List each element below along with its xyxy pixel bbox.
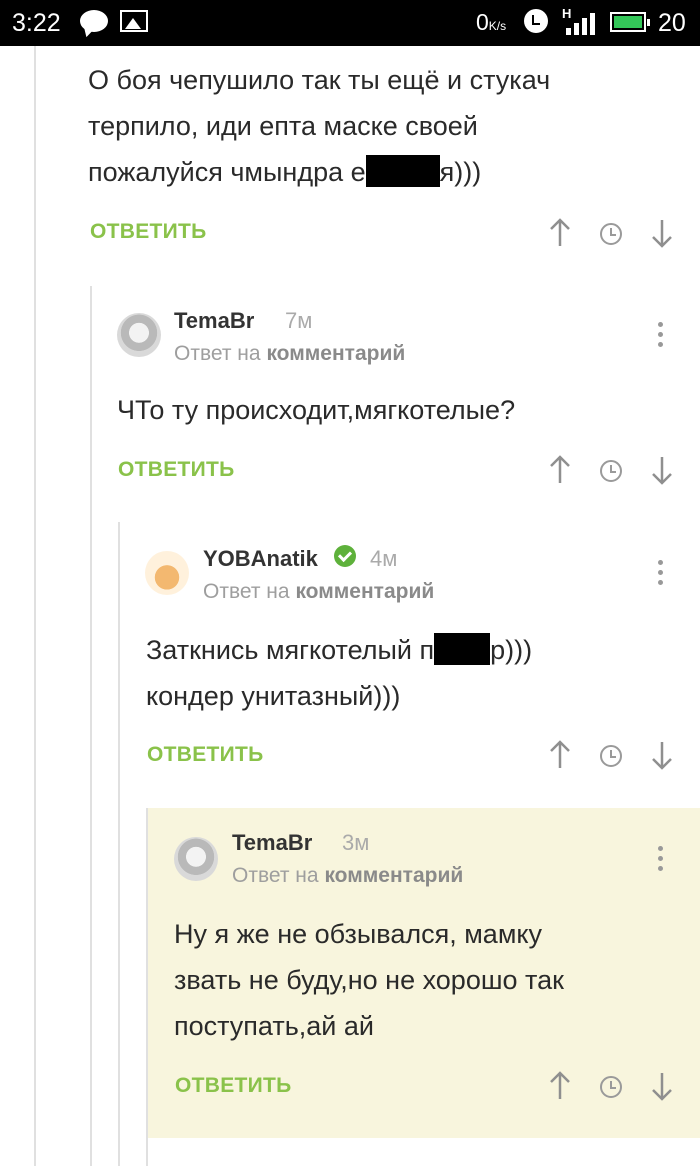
author-name[interactable]: TemaBr (232, 830, 312, 856)
chat-notification-icon (80, 10, 108, 32)
reply-to-prefix: Ответ на (174, 342, 261, 365)
battery-level: 20 (658, 9, 686, 37)
status-bar: 3:22 0K/s H 20 (0, 0, 700, 46)
reply-to-link[interactable]: комментарий (295, 580, 434, 603)
reply-to-prefix: Ответ на (203, 580, 290, 603)
author-name[interactable]: YOBAnatik (203, 546, 318, 572)
comment-text: ЧТо ту происходит,мягкотелые? (117, 395, 516, 425)
comment-text-line: терпило, иди епта маске своей (88, 111, 478, 141)
arrow-up-icon[interactable] (548, 740, 572, 770)
avatar[interactable] (174, 837, 218, 881)
comment-text-line: Заткнись мягкотелый п р))) (146, 627, 532, 673)
reply-to-prefix: Ответ на (232, 864, 319, 887)
reply-to-link[interactable]: комментарий (266, 342, 405, 365)
comment-text-line: О боя чепушило так ты ещё и стукач (88, 65, 551, 95)
network-speed-unit: K/s (488, 19, 507, 33)
clock-icon[interactable] (600, 223, 622, 245)
comment-highlighted: TemaBr 3м Ответ на комментарий Ну я же н… (148, 808, 700, 1166)
avatar[interactable] (117, 313, 161, 357)
battery-icon (610, 12, 650, 32)
comment-time: 7м (285, 308, 313, 333)
clock-time: 3:22 (12, 9, 61, 37)
reply-button[interactable]: ОТВЕТИТЬ (147, 743, 264, 767)
reply-button[interactable]: ОТВЕТИТЬ (175, 1074, 292, 1098)
comment-text-fragment: Заткнись мягкотелый п (146, 635, 435, 665)
comment-text-line: Ну я же не обзывался, мамку (174, 919, 542, 949)
network-speed: 0K/s (476, 9, 506, 36)
clock-icon[interactable] (600, 460, 622, 482)
comment-text: Заткнись мягкотелый п р))) кондер унитазн… (146, 627, 532, 719)
avatar[interactable] (145, 551, 189, 595)
reply-to-label: Ответ на комментарий (203, 580, 434, 604)
comment-text-line: пожалуйся чмындра е я))) (88, 149, 550, 195)
network-speed-value: 0 (476, 9, 489, 35)
clock-icon[interactable] (600, 1076, 622, 1098)
comment-text-fragment: я))) (439, 157, 482, 187)
comment-text-line: поступать,ай ай (174, 1011, 374, 1041)
signal-icon (566, 13, 596, 35)
redaction-bar (365, 155, 440, 187)
reply-to-label: Ответ на комментарий (232, 864, 463, 888)
next-comment-stub (148, 1138, 700, 1166)
comment-text-fragment: р))) (490, 635, 533, 665)
arrow-up-icon[interactable] (548, 1071, 572, 1101)
alarm-icon (524, 9, 548, 33)
image-notification-icon (120, 10, 148, 32)
arrow-up-icon[interactable] (548, 455, 572, 485)
comment-text: О боя чепушило так ты ещё и стукач терпи… (88, 57, 550, 195)
clock-icon[interactable] (600, 745, 622, 767)
author-name[interactable]: TemaBr (174, 308, 254, 334)
more-options-icon[interactable] (658, 560, 664, 590)
thread-line (34, 46, 36, 1166)
arrow-down-icon[interactable] (650, 218, 674, 248)
comment-text-line: кондер унитазный))) (146, 681, 401, 711)
reply-to-label: Ответ на комментарий (174, 342, 405, 366)
more-options-icon[interactable] (658, 846, 664, 876)
comment-text-line: звать не буду,но не хорошо так (174, 965, 564, 995)
arrow-down-icon[interactable] (650, 455, 674, 485)
reply-button[interactable]: ОТВЕТИТЬ (90, 220, 207, 244)
arrow-down-icon[interactable] (650, 1071, 674, 1101)
reply-button[interactable]: ОТВЕТИТЬ (118, 458, 235, 482)
comment-text: Ну я же не обзывался, мамку звать не буд… (174, 911, 564, 1049)
arrow-down-icon[interactable] (650, 740, 674, 770)
comment-text-fragment: пожалуйся чмындра е (88, 157, 366, 187)
comment-time: 3м (342, 830, 370, 855)
thread-line (90, 286, 92, 1166)
comment-time: 4м (370, 546, 398, 571)
redaction-bar (434, 633, 491, 665)
reply-to-link[interactable]: комментарий (324, 864, 463, 887)
verified-icon (334, 545, 356, 567)
thread-line (118, 522, 120, 1166)
arrow-up-icon[interactable] (548, 218, 572, 248)
more-options-icon[interactable] (658, 322, 664, 352)
